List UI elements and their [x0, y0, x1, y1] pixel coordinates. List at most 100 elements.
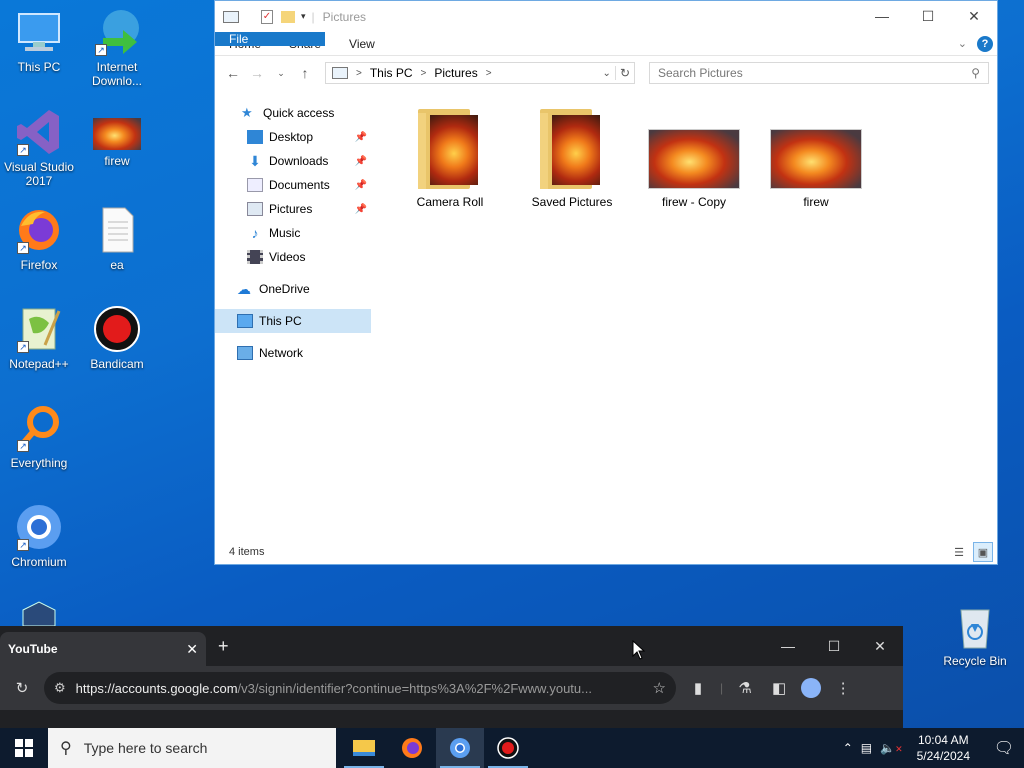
- site-settings-icon[interactable]: ⚙: [54, 680, 66, 696]
- desktop-icon-recycle-bin[interactable]: Recycle Bin: [936, 602, 1014, 668]
- pin-icon: 📌: [354, 179, 367, 191]
- desktop-icon-chromium[interactable]: ↗ Chromium: [0, 503, 78, 569]
- nav-item-onedrive[interactable]: ☁ OneDrive: [215, 277, 371, 301]
- pin-icon: 📌: [354, 155, 367, 167]
- refresh-icon[interactable]: ↻: [614, 66, 634, 80]
- tab-close-icon[interactable]: ✕: [186, 641, 198, 658]
- volume-muted-icon[interactable]: 🔈✕: [880, 741, 903, 755]
- image-thumbnail-icon: [93, 118, 141, 150]
- labs-flask-icon[interactable]: ⚗: [733, 679, 757, 697]
- address-bar[interactable]: ⚙ https://accounts.google.com/v3/signin/…: [44, 672, 676, 704]
- nav-item-quick-access[interactable]: ★ Quick access: [215, 101, 371, 125]
- show-hidden-icons-chevron-icon[interactable]: ⌃: [843, 741, 853, 755]
- url-host: https://accounts.google.com: [75, 680, 238, 696]
- breadcrumb-pictures[interactable]: Pictures: [434, 66, 477, 80]
- chromium-icon: ↗: [15, 503, 63, 551]
- desktop-icon-visual-studio[interactable]: ↗ Visual Studio 2017: [0, 108, 78, 188]
- taskbar-firefox[interactable]: [388, 728, 436, 768]
- profile-avatar-icon[interactable]: [801, 678, 822, 698]
- file-explorer-window[interactable]: ✓ ▾ | Pictures — ☐ ✕ File Home Share Vie…: [214, 0, 998, 565]
- bandicam-icon: [93, 305, 141, 353]
- properties-icon[interactable]: ✓: [261, 9, 273, 24]
- chromium-window[interactable]: YouTube ✕ + — ☐ ✕ ↻ ⚙ https://accounts.g…: [0, 626, 903, 728]
- desktop-icon-notepad-plus-plus[interactable]: ↗ Notepad++: [0, 305, 78, 371]
- side-panel-icon[interactable]: ◧: [767, 679, 791, 697]
- address-bar[interactable]: > This PC > Pictures > ⌄ ↻: [325, 62, 635, 84]
- nav-item-documents[interactable]: Documents 📌: [215, 173, 371, 197]
- details-view-icon[interactable]: ☰: [949, 542, 969, 562]
- windows-logo-icon: [15, 739, 33, 757]
- desktop-icon-label: Recycle Bin: [943, 654, 1007, 668]
- nav-item-pictures[interactable]: Pictures 📌: [215, 197, 371, 221]
- desktop-icon-firew[interactable]: firew: [78, 118, 156, 168]
- location-icon: [332, 67, 348, 79]
- back-button[interactable]: ←: [221, 65, 245, 81]
- desktop-icon-this-pc[interactable]: This PC: [0, 8, 78, 74]
- tab-file[interactable]: File: [215, 32, 325, 46]
- maximize-button[interactable]: ☐: [811, 626, 857, 666]
- file-item-name: firew: [803, 195, 829, 209]
- recent-locations-button[interactable]: ⌄: [269, 68, 293, 79]
- documents-icon: [247, 178, 263, 192]
- notification-center-icon[interactable]: 🗨: [984, 738, 1024, 758]
- pictures-folder-icon: [247, 202, 263, 216]
- chevron-right-icon: >: [485, 67, 492, 79]
- nav-item-this-pc[interactable]: This PC: [215, 309, 371, 333]
- text-file-icon: [93, 206, 141, 254]
- maximize-button[interactable]: ☐: [905, 1, 951, 31]
- file-item-firew[interactable]: firew: [761, 109, 871, 209]
- reload-icon[interactable]: ↻: [10, 679, 34, 697]
- nav-item-network[interactable]: Network: [215, 341, 371, 365]
- tab-view[interactable]: View: [335, 32, 389, 55]
- close-button[interactable]: ✕: [857, 626, 903, 666]
- bookmark-star-icon[interactable]: ☆: [653, 679, 666, 697]
- nav-item-downloads[interactable]: ⬇ Downloads 📌: [215, 149, 371, 173]
- minimize-button[interactable]: —: [859, 1, 905, 31]
- nav-item-label: Downloads: [269, 154, 329, 168]
- browser-toolbar: ↻ ⚙ https://accounts.google.com/v3/signi…: [0, 666, 903, 710]
- extensions-icon[interactable]: ▮: [686, 679, 710, 697]
- taskbar-bandicam[interactable]: [484, 728, 532, 768]
- close-button[interactable]: ✕: [951, 1, 997, 31]
- taskbar-search-box[interactable]: ⚲ Type here to search: [48, 728, 336, 768]
- file-item-camera-roll[interactable]: Camera Roll: [395, 109, 505, 209]
- expand-ribbon-icon[interactable]: ⌄: [958, 37, 967, 50]
- desktop-folder-icon: [247, 130, 263, 144]
- browser-tab-youtube[interactable]: YouTube ✕: [0, 632, 206, 666]
- taskbar-chromium[interactable]: [436, 728, 484, 768]
- file-item-firew-copy[interactable]: firew - Copy: [639, 109, 749, 209]
- desktop-icon-firefox[interactable]: ↗ Firefox: [0, 206, 78, 272]
- explorer-window-icon: [223, 10, 239, 23]
- help-icon[interactable]: ?: [977, 35, 993, 52]
- taskbar-file-explorer[interactable]: [340, 728, 388, 768]
- breadcrumb-this-pc[interactable]: This PC: [370, 66, 413, 80]
- taskbar-search-input[interactable]: Type here to search: [84, 740, 208, 756]
- desktop-icon-everything[interactable]: ↗ Everything: [0, 404, 78, 470]
- tab-strip: YouTube ✕ + — ☐ ✕: [0, 626, 903, 666]
- url-path: /v3/signin/identifier?continue=https%3A%…: [237, 680, 592, 696]
- address-dropdown-icon[interactable]: ⌄: [599, 68, 615, 79]
- up-button[interactable]: ↑: [293, 65, 317, 81]
- file-item-saved-pictures[interactable]: Saved Pictures: [517, 109, 627, 209]
- new-folder-icon[interactable]: [281, 10, 295, 23]
- film-icon: [247, 250, 263, 264]
- desktop-icon-internet-download-manager[interactable]: ↗ Internet Downlo...: [78, 8, 156, 88]
- desktop-icon-ea[interactable]: ea: [78, 206, 156, 272]
- desktop-icon-label: Chromium: [11, 555, 67, 569]
- large-icons-view-icon[interactable]: ▣: [973, 542, 993, 562]
- search-input[interactable]: Search Pictures: [658, 66, 743, 80]
- url-text[interactable]: https://accounts.google.com/v3/signin/id…: [76, 681, 643, 696]
- start-button[interactable]: [0, 728, 48, 768]
- new-tab-icon[interactable]: +: [218, 636, 229, 657]
- clock[interactable]: 10:04 AM 5/24/2024: [911, 732, 976, 764]
- minimize-button[interactable]: —: [765, 626, 811, 666]
- nav-item-videos[interactable]: Videos: [215, 245, 371, 269]
- nav-item-music[interactable]: ♪ Music: [215, 221, 371, 245]
- network-status-icon[interactable]: ▤: [861, 741, 872, 755]
- customize-toolbar-icon[interactable]: ▾: [301, 11, 306, 22]
- search-box[interactable]: Search Pictures ⚲: [649, 62, 989, 84]
- forward-button[interactable]: →: [245, 65, 269, 81]
- nav-item-desktop[interactable]: Desktop 📌: [215, 125, 371, 149]
- desktop-icon-bandicam[interactable]: Bandicam: [78, 305, 156, 371]
- menu-kebab-icon[interactable]: ⋮: [831, 679, 855, 697]
